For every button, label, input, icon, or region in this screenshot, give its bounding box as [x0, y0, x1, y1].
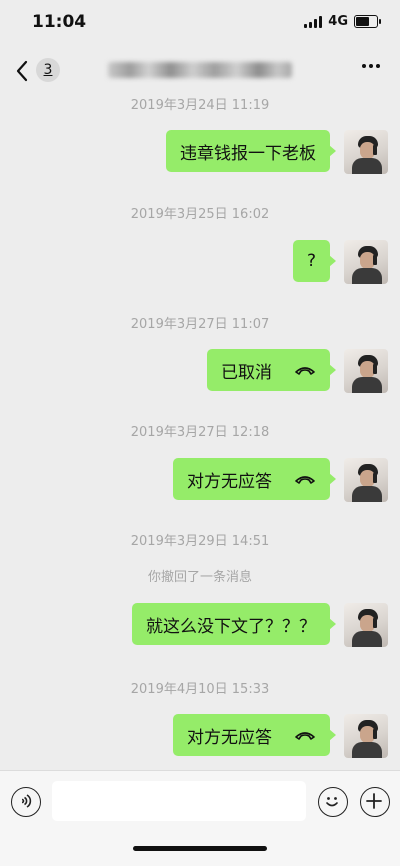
- phone-hangup-icon: [295, 367, 315, 375]
- message-bubble[interactable]: ?: [292, 240, 337, 282]
- message-timestamp: 2019年3月25日 16:02: [130, 207, 270, 222]
- avatar[interactable]: [344, 130, 388, 174]
- voice-icon[interactable]: [11, 787, 41, 817]
- message-bubble[interactable]: 违章钱报一下老板: [166, 130, 336, 172]
- message-text: 对方无应答: [187, 471, 272, 492]
- message-timestamp: 2019年3月24日 11:19: [130, 98, 270, 113]
- signal-icon: [304, 15, 323, 28]
- status-indicators: 4G: [304, 14, 381, 29]
- avatar[interactable]: [344, 458, 388, 502]
- chat-header: 3: [0, 46, 400, 94]
- status-bar: 11:04 4G: [0, 0, 400, 46]
- phone-hangup-icon: [295, 476, 315, 484]
- emoji-icon[interactable]: [318, 787, 348, 817]
- more-dots-icon[interactable]: [362, 64, 380, 68]
- message-timestamp: 2019年3月27日 12:18: [130, 425, 270, 440]
- home-indicator[interactable]: [133, 846, 267, 851]
- avatar[interactable]: [344, 603, 388, 647]
- network-type: 4G: [328, 14, 348, 29]
- call-bubble[interactable]: 对方无应答: [173, 714, 336, 756]
- message-timestamp: 2019年3月27日 11:07: [130, 317, 270, 332]
- chat-title-redacted: [108, 62, 292, 78]
- recall-notice: 你撤回了一条消息: [147, 570, 252, 585]
- phone-hangup-icon: [295, 732, 315, 740]
- message-text: 对方无应答: [187, 727, 272, 748]
- status-time: 11:04: [32, 12, 87, 32]
- message-text: 违章钱报一下老板: [180, 143, 316, 164]
- avatar[interactable]: [344, 240, 388, 284]
- message-input[interactable]: [52, 781, 306, 821]
- unread-count-badge[interactable]: 3: [36, 58, 60, 82]
- input-bar: [0, 770, 400, 866]
- message-timestamp: 2019年4月10日 15:33: [130, 682, 270, 697]
- message-text: 就这么没下文了？？？: [146, 616, 316, 637]
- message-bubble[interactable]: 就这么没下文了？？？: [132, 603, 336, 645]
- call-bubble[interactable]: 已取消: [207, 349, 336, 391]
- battery-icon: [354, 15, 381, 28]
- message-text: 已取消: [221, 362, 272, 383]
- call-bubble[interactable]: 对方无应答: [173, 458, 336, 500]
- message-timestamp: 2019年3月29日 14:51: [130, 534, 270, 549]
- chevron-left-icon[interactable]: [14, 60, 32, 82]
- message-list: 2019年3月24日 11:19 违章钱报一下老板 2019年3月25日 16:…: [0, 94, 400, 770]
- avatar[interactable]: [344, 714, 388, 758]
- avatar[interactable]: [344, 349, 388, 393]
- plus-icon[interactable]: [360, 787, 390, 817]
- message-text: ?: [306, 251, 316, 271]
